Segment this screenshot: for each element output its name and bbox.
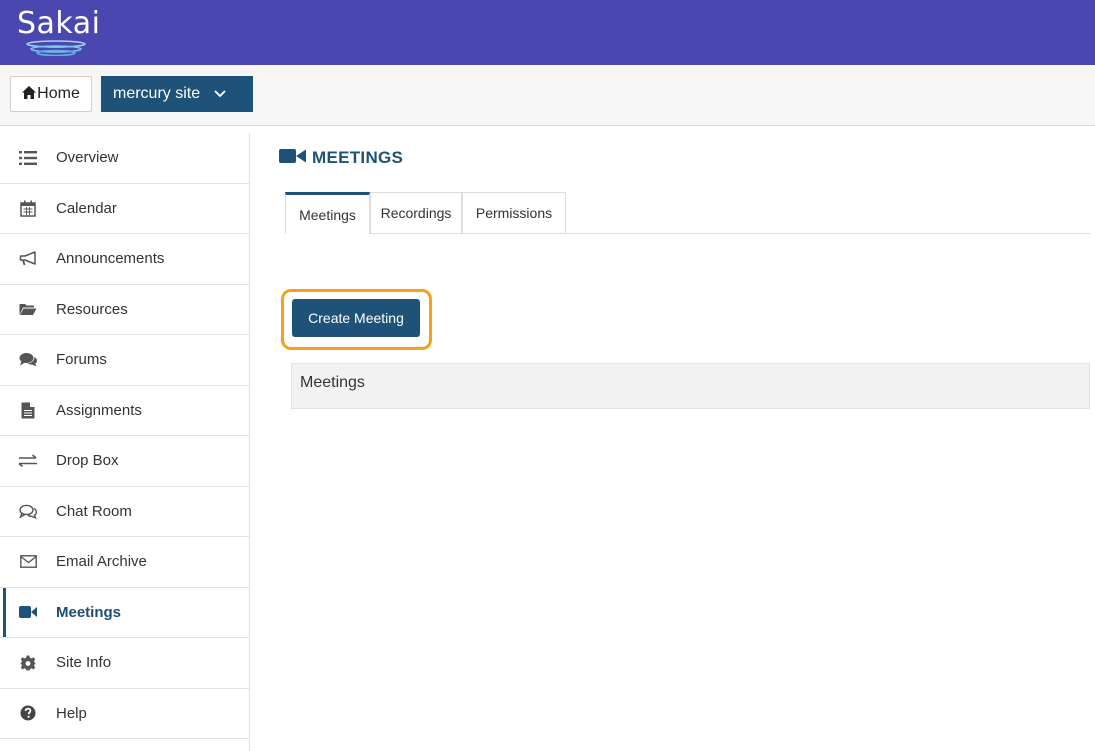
tool-menu-item-label: Site Info xyxy=(56,654,112,672)
tool-menu-item-help[interactable]: Help xyxy=(0,689,249,739)
chat-icon xyxy=(0,504,56,519)
question-icon xyxy=(0,705,56,721)
site-nav-bar: Home mercury site xyxy=(0,65,1095,126)
tab-meetings[interactable]: Meetings xyxy=(285,192,370,234)
tool-menu-item-site-info[interactable]: Site Info xyxy=(0,638,249,689)
tool-menu-item-resources[interactable]: Resources xyxy=(0,285,249,335)
list-icon xyxy=(0,150,56,165)
tool-menu-item-label: Meetings xyxy=(56,603,122,621)
folder-icon xyxy=(0,302,56,316)
tab-label: Recordings xyxy=(380,205,452,221)
tool-menu-item-forums[interactable]: Forums xyxy=(0,335,249,386)
site-dropdown-button[interactable]: mercury site xyxy=(101,76,253,112)
tool-menu-item-label: Email Archive xyxy=(56,553,147,571)
envelope-icon xyxy=(0,555,56,569)
home-button[interactable]: Home xyxy=(10,76,92,112)
site-dropdown-label: mercury site xyxy=(113,85,201,102)
tool-menu-item-label: Chat Room xyxy=(56,502,132,520)
tool-menu-item-chat-room[interactable]: Chat Room xyxy=(0,487,249,537)
file-icon xyxy=(0,402,56,419)
tool-menu-item-label: Help xyxy=(56,704,87,722)
comments-icon xyxy=(0,352,56,367)
exchange-icon xyxy=(0,454,56,468)
tool-menu-item-drop-box[interactable]: Drop Box xyxy=(0,436,249,487)
sakai-logo[interactable]: Sakai xyxy=(17,4,107,60)
tab-permissions[interactable]: Permissions xyxy=(462,192,566,233)
tab-label: Permissions xyxy=(475,205,553,221)
tool-menu-item-label: Overview xyxy=(56,149,119,167)
page-title-text: MEETINGS xyxy=(312,148,404,167)
tab-recordings[interactable]: Recordings xyxy=(370,192,462,233)
tool-menu-item-label: Resources xyxy=(56,300,128,318)
tool-menu-item-calendar[interactable]: Calendar xyxy=(0,184,249,234)
home-icon xyxy=(22,86,37,102)
page-title: MEETINGS xyxy=(278,148,403,168)
home-button-label: Home xyxy=(37,85,80,102)
tool-menu-item-label: Forums xyxy=(56,351,107,369)
video-camera-icon xyxy=(278,148,308,169)
tool-menu-item-label: Calendar xyxy=(56,199,117,217)
tab-bar: Meetings Recordings Permissions xyxy=(285,192,1090,234)
panel-heading-text: Meetings xyxy=(300,374,365,391)
tool-menu-item-label: Announcements xyxy=(56,250,165,268)
logo-text: Sakai xyxy=(17,6,101,41)
gear-icon xyxy=(0,655,56,671)
tool-menu-item-label: Assignments xyxy=(56,401,142,419)
megaphone-icon xyxy=(0,251,56,266)
tool-menu-item-label: Drop Box xyxy=(56,452,119,470)
tool-menu-item-meetings[interactable]: Meetings xyxy=(0,587,249,638)
top-banner: Sakai xyxy=(0,0,1095,65)
tool-menu-item-email-archive[interactable]: Email Archive xyxy=(0,537,249,588)
tab-label: Meetings xyxy=(299,206,356,223)
meetings-panel-heading: Meetings xyxy=(291,363,1090,409)
video-camera-icon xyxy=(0,606,56,619)
tool-menu-item-assignments[interactable]: Assignments xyxy=(0,386,249,436)
tool-menu-item-announcements[interactable]: Announcements xyxy=(0,234,249,285)
logo-swirl-icon xyxy=(26,40,86,56)
tool-menu-item-overview[interactable]: Overview xyxy=(0,133,249,184)
chevron-down-icon xyxy=(214,85,226,103)
calendar-icon xyxy=(0,200,56,217)
create-meeting-button[interactable]: Create Meeting xyxy=(292,299,420,337)
tool-menu: Overview Calendar Announcements Resource… xyxy=(0,133,250,751)
